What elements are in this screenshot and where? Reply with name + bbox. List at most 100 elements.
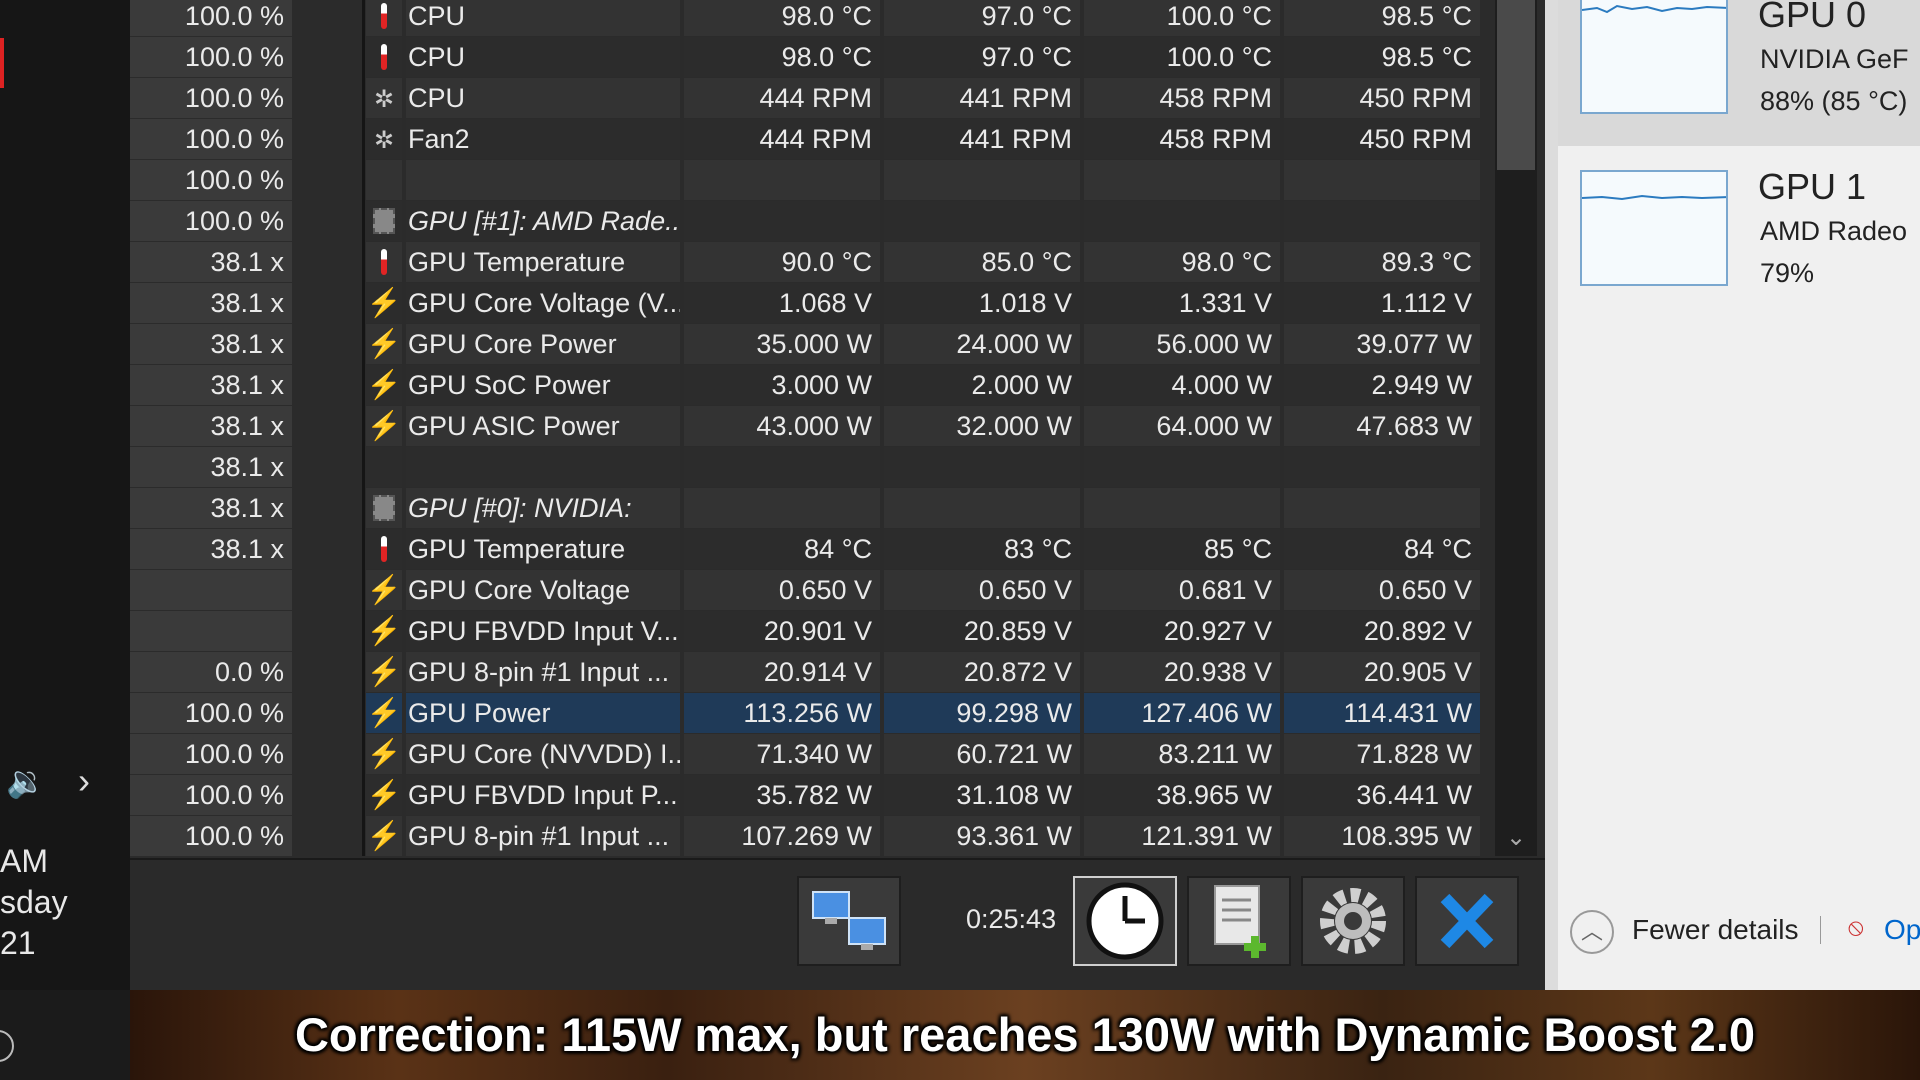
settings-button[interactable] xyxy=(1301,876,1405,966)
current-value xyxy=(684,447,880,487)
sensor-row[interactable]: 38.1 x ⚡ GPU SoC Power 3.000 W 2.000 W 4.000 … xyxy=(130,365,1485,405)
bolt-icon: ⚡ xyxy=(366,410,402,441)
sensor-row[interactable]: 100.0 % ⚡ GPU FBVDD Input P... 35.782 W 31.1… xyxy=(130,775,1485,815)
current-value: 35.000 W xyxy=(684,324,880,364)
sensor-name: CPU xyxy=(406,78,680,118)
left-column-value: 100.0 % xyxy=(130,0,292,36)
log-report-button[interactable] xyxy=(1187,876,1291,966)
average-value: 89.3 °C xyxy=(1284,242,1480,282)
fan-icon: ✲ xyxy=(373,86,395,113)
sensor-name: GPU 8-pin #1 Input ... xyxy=(406,652,680,692)
chevron-up-icon[interactable]: ︿ xyxy=(1570,910,1614,954)
gpu-0-model: NVIDIA GeF xyxy=(1760,44,1909,74)
column-gap xyxy=(298,775,358,815)
column-gap xyxy=(298,201,358,241)
current-value: 20.901 V xyxy=(684,611,880,651)
maximum-value: 20.927 V xyxy=(1084,611,1280,651)
minimum-value: 97.0 °C xyxy=(884,0,1080,36)
sensor-row[interactable]: 100.0 % GPU [#1]: AMD Rade... xyxy=(130,201,1485,241)
sensor-row[interactable]: 100.0 % ⚡ GPU 8-pin #1 Input ... 107.269 W9… xyxy=(130,816,1485,856)
sensor-row[interactable]: ⚡ GPU FBVDD Input V... 20.901 V 20.859 V 20.… xyxy=(130,611,1485,651)
minimum-value xyxy=(884,447,1080,487)
left-column-value: 100.0 % xyxy=(130,37,292,77)
sensor-row[interactable]: 38.1 x xyxy=(130,447,1485,487)
left-column-value: 100.0 % xyxy=(130,78,292,118)
chevron-right-icon[interactable]: › xyxy=(78,760,90,802)
sensor-row[interactable]: 38.1 x ⚡ GPU Core Voltage (V... 1.068 V 1.01… xyxy=(130,283,1485,323)
current-value: 1.068 V xyxy=(684,283,880,323)
clock-reset-button[interactable] xyxy=(1073,876,1177,966)
close-x-icon xyxy=(1440,893,1494,949)
gpu-1-title: GPU 1 xyxy=(1758,166,1867,207)
network-button[interactable] xyxy=(797,876,901,966)
bolt-icon: ⚡ xyxy=(366,324,402,364)
speaker-icon[interactable]: 🔉 xyxy=(6,762,46,800)
average-value: 47.683 W xyxy=(1284,406,1480,446)
sensor-name: GPU Core Power xyxy=(406,324,680,364)
column-divider xyxy=(362,0,365,856)
fewer-details-link[interactable]: Fewer details xyxy=(1632,914,1799,946)
maximum-value: 98.0 °C xyxy=(1084,242,1280,282)
hwinfo-toolbar: 0:25:43 xyxy=(130,858,1545,992)
sensor-row[interactable]: 38.1 x ⚡ GPU ASIC Power 43.000 W 32.000 W 64.… xyxy=(130,406,1485,446)
sensor-row[interactable]: 38.1 x ⚡ GPU Core Power 35.000 W 24.000 W 56.… xyxy=(130,324,1485,364)
sensor-row[interactable]: ⚡ GPU Core Voltage 0.650 V 0.650 V 0.681 V 0.… xyxy=(130,570,1485,610)
current-value: 84 °C xyxy=(684,529,880,569)
column-gap xyxy=(298,0,358,36)
sensor-name: GPU SoC Power xyxy=(406,365,680,405)
column-gap xyxy=(298,365,358,405)
scrollbar-thumb[interactable] xyxy=(1497,0,1535,170)
minimum-value: 1.018 V xyxy=(884,283,1080,323)
sensor-row[interactable]: 100.0 % ✲ CPU 444 RPM 441 RPM 458 RPM 450 RPM xyxy=(130,78,1485,118)
average-value: 20.892 V xyxy=(1284,611,1480,651)
bolt-icon: ⚡ xyxy=(366,574,402,605)
maximum-value xyxy=(1084,160,1280,200)
bolt-icon: ⚡ xyxy=(366,652,402,692)
minimum-value: 20.859 V xyxy=(884,611,1080,651)
gpu-1-model: AMD Radeo xyxy=(1760,216,1908,246)
left-column-value: 100.0 % xyxy=(130,693,292,733)
notification-circle-icon[interactable] xyxy=(0,1030,14,1062)
column-gap xyxy=(298,160,358,200)
sensor-row[interactable]: 100.0 % ✲ Fan2 444 RPM 441 RPM 458 RPM 450 RPM xyxy=(130,119,1485,159)
sensor-row[interactable]: 100.0 % CPU 98.0 °C 97.0 °C 100.0 °C 98.5 °C xyxy=(130,0,1485,36)
sensor-row[interactable]: 100.0 % CPU 98.0 °C 97.0 °C 100.0 °C 98.5 °C xyxy=(130,37,1485,77)
thermometer-icon xyxy=(381,44,387,70)
column-gap xyxy=(298,406,358,446)
column-gap xyxy=(298,324,358,364)
maximum-value: 64.000 W xyxy=(1084,406,1280,446)
report-add-icon xyxy=(1214,885,1266,958)
sensor-row[interactable]: 100.0 % ⚡ GPU Core (NVVDD) I... 71.340 W 60.… xyxy=(130,734,1485,774)
column-gap xyxy=(298,693,358,733)
sensor-row-selected[interactable]: 100.0 % ⚡ GPU Power 113.256 W 99.298 W 127.40… xyxy=(130,693,1485,733)
average-value xyxy=(1284,201,1480,241)
sensor-row[interactable]: 0.0 % ⚡ GPU 8-pin #1 Input ... 20.914 V 20.8… xyxy=(130,652,1485,692)
maximum-value: 56.000 W xyxy=(1084,324,1280,364)
red-tab-indicator xyxy=(0,38,4,88)
bolt-icon: ⚡ xyxy=(366,816,402,856)
gpu-1-card[interactable]: GPU 1 AMD Radeo 79% xyxy=(1558,160,1920,306)
bolt-icon: ⚡ xyxy=(366,611,402,651)
sensor-row[interactable]: 38.1 x GPU Temperature 90.0 °C 85.0 °C 98.0 … xyxy=(130,242,1485,282)
column-gap xyxy=(298,652,358,692)
sensor-name: GPU Core (NVVDD) I... xyxy=(406,734,680,774)
left-column-value: 38.1 x xyxy=(130,283,292,323)
scroll-down-arrow-icon[interactable]: ⌄ xyxy=(1498,820,1534,856)
footer-separator xyxy=(1820,916,1821,944)
sensor-name xyxy=(406,447,680,487)
sensor-row[interactable]: 38.1 x GPU [#0]: NVIDIA: xyxy=(130,488,1485,528)
maximum-value: 4.000 W xyxy=(1084,365,1280,405)
current-value: 43.000 W xyxy=(684,406,880,446)
thermometer-icon xyxy=(366,529,402,569)
sensor-row[interactable]: 100.0 % xyxy=(130,160,1485,200)
sensor-name: GPU Core Voltage (V... xyxy=(406,283,680,323)
column-gap xyxy=(298,37,358,77)
gpu-0-card[interactable]: GPU 0 NVIDIA GeF 88% (85 °C) xyxy=(1558,0,1920,146)
close-button[interactable] xyxy=(1415,876,1519,966)
chip-icon xyxy=(366,488,402,528)
open-resource-monitor-link[interactable]: Op xyxy=(1884,914,1920,946)
sensor-row[interactable]: 38.1 x GPU Temperature 84 °C 83 °C 85 °C 84 °… xyxy=(130,529,1485,569)
sensor-name xyxy=(406,160,680,200)
average-value: 39.077 W xyxy=(1284,324,1480,364)
minimum-value: 99.298 W xyxy=(884,693,1080,733)
